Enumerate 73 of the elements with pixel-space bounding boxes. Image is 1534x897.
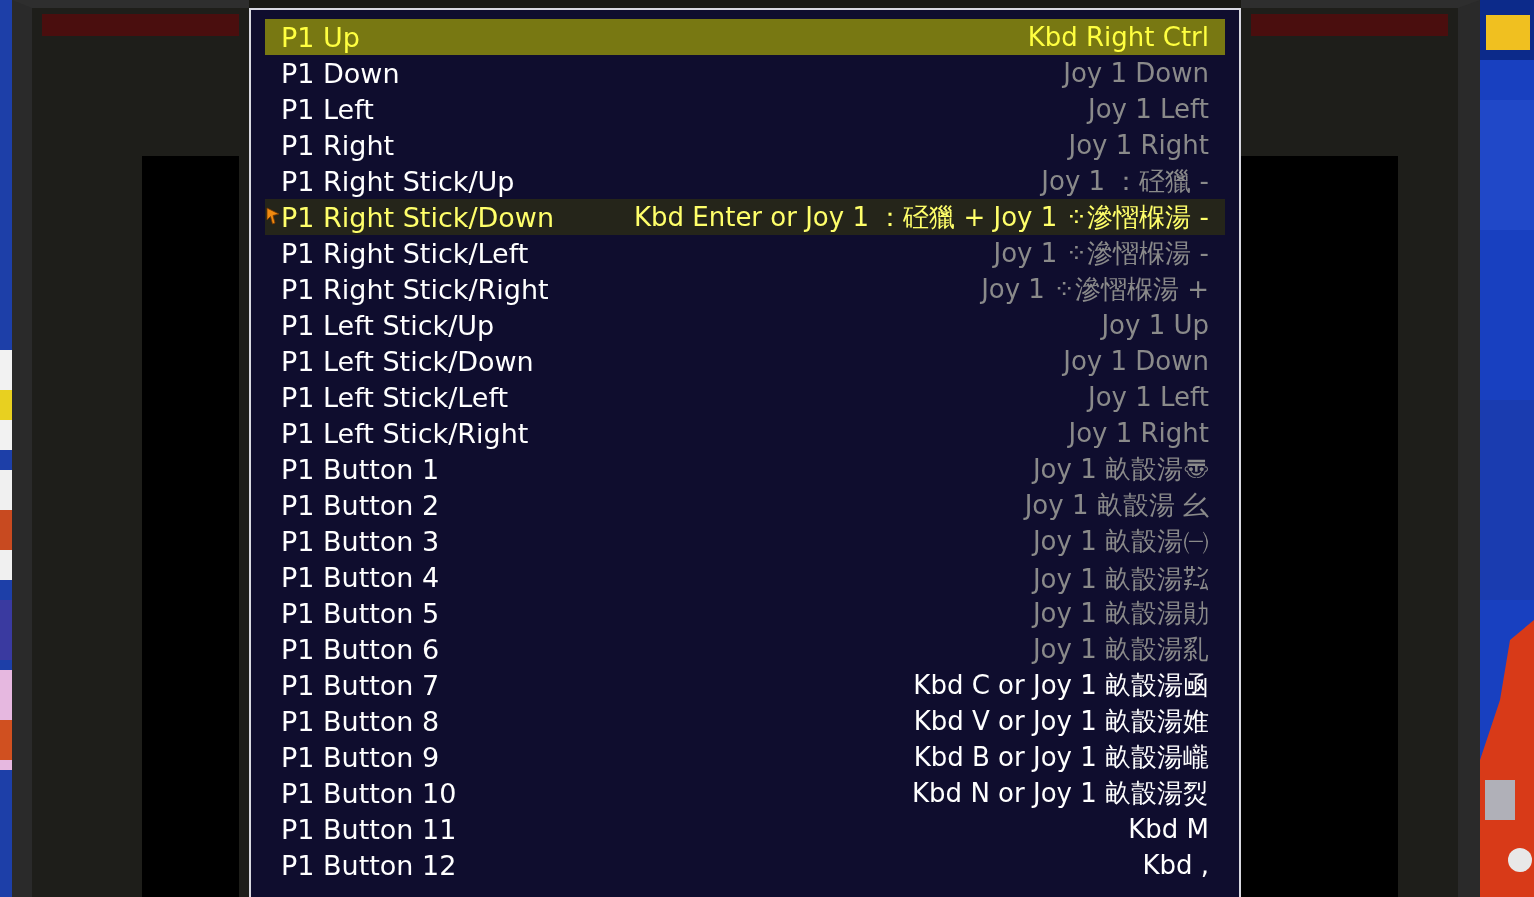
- menu-item[interactable]: P1 Up Kbd Right Ctrl: [265, 19, 1225, 55]
- input-binding: Joy 1 畝瞉湯 幺: [1024, 488, 1209, 522]
- input-binding: Kbd Right Ctrl: [1027, 22, 1209, 52]
- input-name: P1 Down: [281, 57, 400, 89]
- menu-item[interactable]: P1 Right Stick/Down Kbd Enter or Joy 1 ：硁獵 + Joy 1 ⁘滲慴椺湯 -: [265, 199, 1225, 235]
- menu-item[interactable]: P1 Left Stick/Right Joy 1 Right: [265, 415, 1225, 451]
- menu-item[interactable]: P1 Button 6 Joy 1 畝瞉湯乿: [265, 631, 1225, 667]
- input-binding: Joy 1 Left: [1088, 94, 1209, 124]
- input-name: P1 Button 5: [281, 597, 440, 629]
- input-name: P1 Button 4: [281, 561, 440, 593]
- input-name: P1 Button 9: [281, 741, 440, 773]
- menu-item[interactable]: P1 Button 1 Joy 1 畝瞉湯〠: [265, 451, 1225, 487]
- menu-item[interactable]: P1 Right Stick/Up Joy 1 ：硁獵 -: [265, 163, 1225, 199]
- input-name: P1 Up: [281, 21, 360, 53]
- input-binding: Kbd ,: [1142, 850, 1209, 880]
- input-binding: Joy 1 Down: [1063, 346, 1209, 376]
- menu-item[interactable]: P1 Button 12 Kbd ,: [265, 847, 1225, 883]
- menu-item[interactable]: P1 Right Stick/Left Joy 1 ⁘滲慴椺湯 -: [265, 235, 1225, 271]
- input-name: P1 Left Stick/Right: [281, 417, 529, 449]
- menu-item[interactable]: P1 Button 11 Kbd M: [265, 811, 1225, 847]
- input-name: P1 Right Stick/Right: [281, 273, 549, 305]
- menu-item[interactable]: P1 Button 7 Kbd C or Joy 1 畝瞉湯凾: [265, 667, 1225, 703]
- menu-item[interactable]: P1 Button 5 Joy 1 畝瞉湯勛: [265, 595, 1225, 631]
- menu-item[interactable]: P1 Left Joy 1 Left: [265, 91, 1225, 127]
- input-name: P1 Right Stick/Up: [281, 165, 515, 197]
- input-binding: Kbd M: [1128, 814, 1209, 844]
- input-name: P1 Button 7: [281, 669, 440, 701]
- input-binding: Joy 1 ⁘滲慴椺湯 -: [993, 236, 1209, 270]
- input-binding: Joy 1 畝瞉湯勛: [1032, 596, 1209, 630]
- menu-item[interactable]: P1 Left Stick/Left Joy 1 Left: [265, 379, 1225, 415]
- input-binding: Joy 1 Left: [1088, 382, 1209, 412]
- input-name: P1 Button 2: [281, 489, 440, 521]
- input-binding: Joy 1 ：硁獵 -: [1041, 164, 1209, 198]
- input-name: P1 Right Stick/Down: [281, 201, 555, 233]
- input-binding: Joy 1 Right: [1068, 418, 1209, 448]
- menu-item[interactable]: P1 Right Joy 1 Right: [265, 127, 1225, 163]
- input-binding: Kbd Enter or Joy 1 ：硁獵 + Joy 1 ⁘滲慴椺湯 -: [633, 200, 1209, 234]
- input-binding: Joy 1 Down: [1063, 58, 1209, 88]
- input-name: P1 Right: [281, 129, 395, 161]
- input-binding: Joy 1 Up: [1101, 310, 1209, 340]
- input-name: P1 Left Stick/Left: [281, 381, 509, 413]
- input-binding: Kbd B or Joy 1 畝瞉湯巄: [913, 740, 1209, 774]
- input-binding: Joy 1 Right: [1068, 130, 1209, 160]
- input-binding: Joy 1 畝瞉湯㈠: [1032, 524, 1209, 558]
- menu-item[interactable]: P1 Button 10 Kbd N or Joy 1 畝瞉湯烮: [265, 775, 1225, 811]
- input-binding: Kbd V or Joy 1 畝瞉湯婎: [913, 704, 1209, 738]
- menu-item[interactable]: P1 Button 9 Kbd B or Joy 1 畝瞉湯巄: [265, 739, 1225, 775]
- menu-item[interactable]: P1 Button 8 Kbd V or Joy 1 畝瞉湯婎: [265, 703, 1225, 739]
- input-name: P1 Button 6: [281, 633, 440, 665]
- input-name: P1 Button 1: [281, 453, 440, 485]
- menu-item[interactable]: P1 Left Stick/Up Joy 1 Up: [265, 307, 1225, 343]
- input-binding: Joy 1 畝瞉湯㌠: [1032, 562, 1209, 596]
- menu-item[interactable]: P1 Right Stick/Right Joy 1 ⁘滲慴椺湯 +: [265, 271, 1225, 307]
- input-binding: Kbd N or Joy 1 畝瞉湯烮: [912, 776, 1209, 810]
- input-binding: Kbd C or Joy 1 畝瞉湯凾: [913, 668, 1209, 702]
- menu-item[interactable]: P1 Button 2 Joy 1 畝瞉湯 幺: [265, 487, 1225, 523]
- input-binding: Joy 1 畝瞉湯〠: [1032, 452, 1209, 486]
- input-name: P1 Button 8: [281, 705, 440, 737]
- input-name: P1 Right Stick/Left: [281, 237, 529, 269]
- menu-item[interactable]: P1 Down Joy 1 Down: [265, 55, 1225, 91]
- input-name: P1 Left Stick/Up: [281, 309, 495, 341]
- input-name: P1 Button 10: [281, 777, 457, 809]
- input-name: P1 Button 11: [281, 813, 457, 845]
- menu-item[interactable]: P1 Button 4 Joy 1 畝瞉湯㌠: [265, 559, 1225, 595]
- menu-item[interactable]: P1 Button 3 Joy 1 畝瞉湯㈠: [265, 523, 1225, 559]
- input-name: P1 Left: [281, 93, 374, 125]
- input-name: P1 Button 3: [281, 525, 440, 557]
- input-name: P1 Left Stick/Down: [281, 345, 534, 377]
- input-binding: Joy 1 畝瞉湯乿: [1032, 632, 1209, 666]
- input-name: P1 Button 12: [281, 849, 457, 881]
- menu-item[interactable]: P1 Left Stick/Down Joy 1 Down: [265, 343, 1225, 379]
- input-binding: Joy 1 ⁘滲慴椺湯 +: [981, 272, 1209, 306]
- mouse-pointer-icon: [266, 207, 280, 225]
